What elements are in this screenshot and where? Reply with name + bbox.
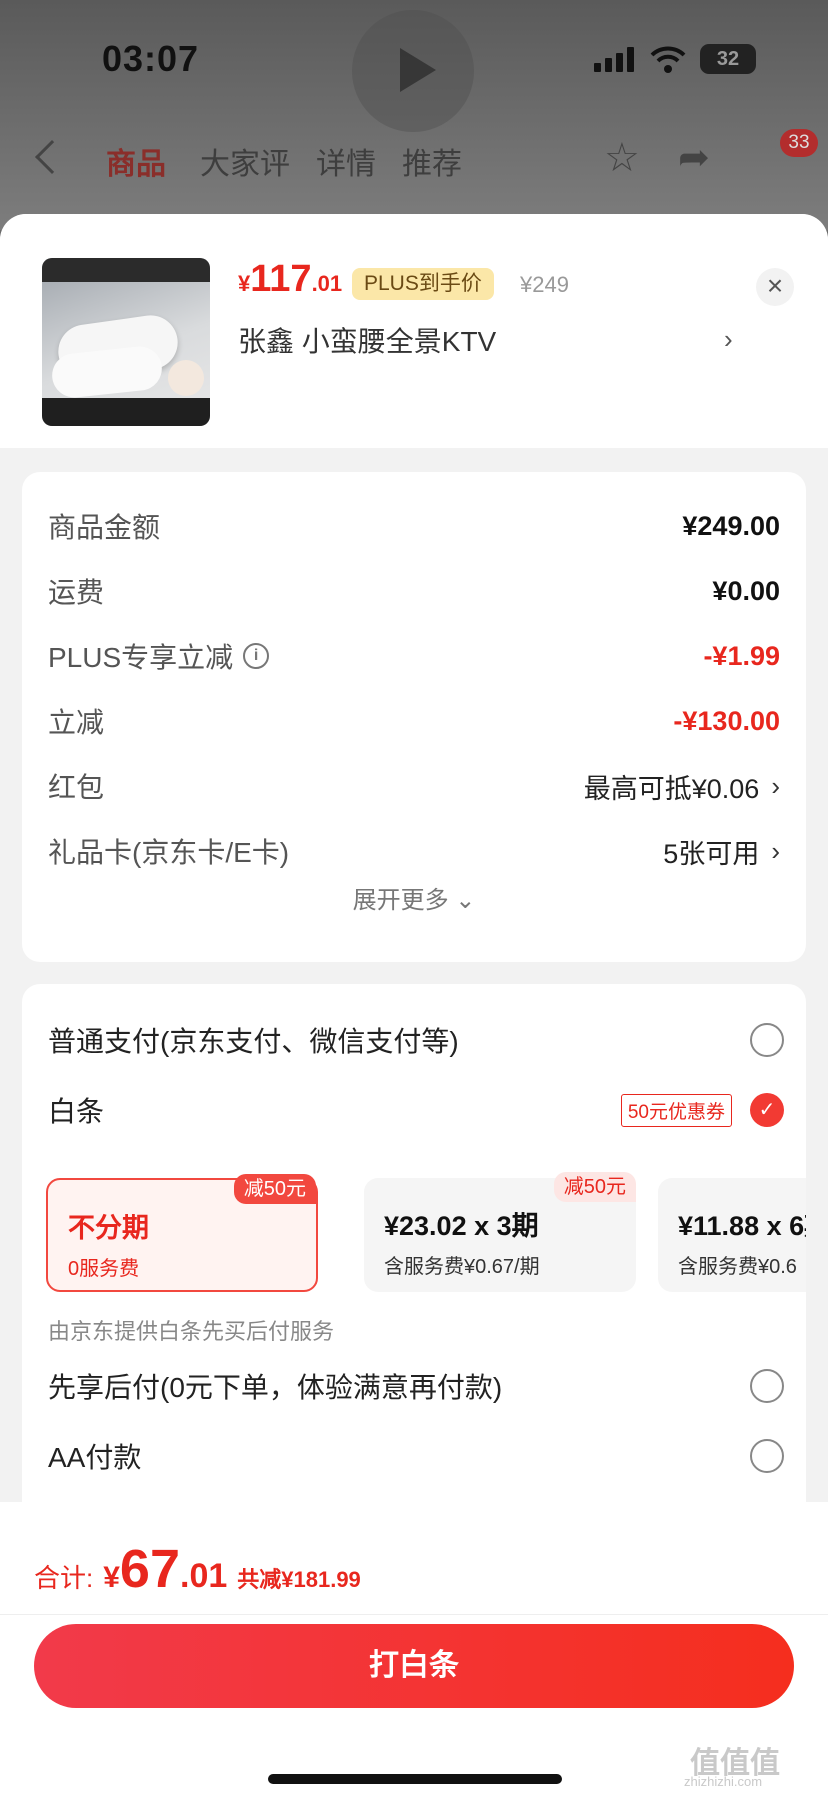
status-bar: 03:07 32 [0, 0, 828, 132]
close-icon[interactable]: × [756, 268, 794, 306]
selected-spec[interactable]: 张鑫 小蛮腰全景KTV [238, 320, 496, 360]
plan-3-installments[interactable]: 减50元 ¥23.02 x 3期 含服务费¥0.67/期 [364, 1172, 636, 1292]
pay-baitiao-button[interactable]: 打白条 [34, 1624, 794, 1708]
product-price: ¥ 117 .01 [238, 258, 343, 300]
price-breakdown-card: 商品金额 ¥249.00 运费 ¥0.00 PLUS专享立减 i -¥1.99 立… [22, 472, 806, 962]
chevron-down-icon: ⌄ [455, 887, 476, 914]
chevron-right-icon: › [771, 835, 780, 866]
option-normal-pay[interactable]: 普通支付(京东支付、微信支付等) [48, 1020, 784, 1060]
original-price: ¥249 [520, 272, 569, 297]
radio-unchecked[interactable] [750, 1439, 784, 1473]
share-icon[interactable]: ➦ [678, 135, 710, 180]
row-gift-card[interactable]: 礼品卡(京东卡/E卡) 5张可用 › [48, 831, 780, 871]
option-baitiao[interactable]: 白条 50元优惠券 ✓ [48, 1090, 784, 1130]
cellular-signal-icon [594, 46, 634, 72]
home-indicator[interactable] [268, 1774, 562, 1784]
installment-plans: 减50元 不分期 0服务费 减50元 ¥23.02 x 3期 含服务费¥0.67… [46, 1168, 806, 1292]
row-shipping: 运费 ¥0.00 [48, 575, 780, 609]
tab-details[interactable]: 详情 [316, 139, 376, 183]
total-saved: 共减¥181.99 [237, 1567, 361, 1592]
plus-discount-label: PLUS专享立减 [48, 642, 234, 673]
provider-note: 由京东提供白条先买后付服务 [48, 1319, 335, 1344]
expand-more-button[interactable]: 展开更多 ⌄ [22, 880, 806, 915]
cart-count-badge[interactable]: 33 [780, 129, 818, 157]
gift-card-value: 5张可用 [663, 838, 760, 869]
baitiao-coupon-badge: 50元优惠券 [620, 1093, 732, 1127]
plan-discount-tag: 减50元 [553, 1172, 636, 1202]
radio-checked-icon[interactable]: ✓ [750, 1093, 784, 1127]
back-icon[interactable] [35, 140, 69, 174]
plan-6-installments[interactable]: ¥11.88 x 6期 含服务费¥0.6 [658, 1178, 806, 1292]
tab-reviews[interactable]: 大家评 [200, 139, 290, 183]
row-instant-discount: 立减 -¥130.00 [48, 705, 780, 739]
payment-method-card: 普通支付(京东支付、微信支付等) 白条 50元优惠券 ✓ 减50元 不分期 0服… [22, 984, 806, 1544]
plus-price-tag: PLUS到手价 [352, 268, 494, 300]
radio-unchecked[interactable] [750, 1023, 784, 1057]
divider [0, 1614, 828, 1615]
option-pay-later[interactable]: 先享后付(0元下单，体验满意再付款) [48, 1366, 784, 1406]
plan-no-installment[interactable]: 减50元 不分期 0服务费 [46, 1174, 318, 1292]
plan-discount-tag: 减50元 [233, 1174, 316, 1204]
radio-unchecked[interactable] [750, 1369, 784, 1403]
row-goods-amount: 商品金额 ¥249.00 [48, 510, 780, 544]
checkout-footer: 合计: ¥ 67 .01 共减¥181.99 打白条 值值值 zhizhizhi… [0, 1502, 828, 1796]
info-icon[interactable]: i [243, 643, 270, 669]
watermark-site: zhizhizhi.com [684, 1774, 763, 1789]
option-aa-pay[interactable]: AA付款 [48, 1436, 784, 1476]
clock: 03:07 [102, 38, 200, 79]
red-packet-value: 最高可抵¥0.06 [583, 773, 760, 804]
tab-recommend[interactable]: 推荐 [402, 139, 462, 183]
order-total: 合计: ¥ 67 .01 共减¥181.99 [34, 1539, 361, 1599]
wifi-icon [650, 46, 686, 73]
product-thumbnail[interactable] [42, 258, 210, 426]
favorite-star-icon[interactable]: ☆ [604, 135, 640, 181]
row-red-packet[interactable]: 红包 最高可抵¥0.06 › [48, 766, 780, 806]
product-nav: 商品 大家评 详情 推荐 ☆ ➦ 33 [0, 129, 828, 195]
tab-product[interactable]: 商品 [106, 139, 166, 183]
product-summary: ¥ 117 .01 PLUS到手价 ¥249 张鑫 小蛮腰全景KTV › × [0, 214, 828, 448]
chevron-right-icon: › [771, 770, 780, 801]
battery-icon: 32 [700, 44, 756, 74]
play-video-icon[interactable] [352, 10, 474, 132]
row-plus-discount: PLUS专享立减 i -¥1.99 [48, 636, 780, 676]
chevron-right-icon[interactable]: › [724, 324, 733, 355]
